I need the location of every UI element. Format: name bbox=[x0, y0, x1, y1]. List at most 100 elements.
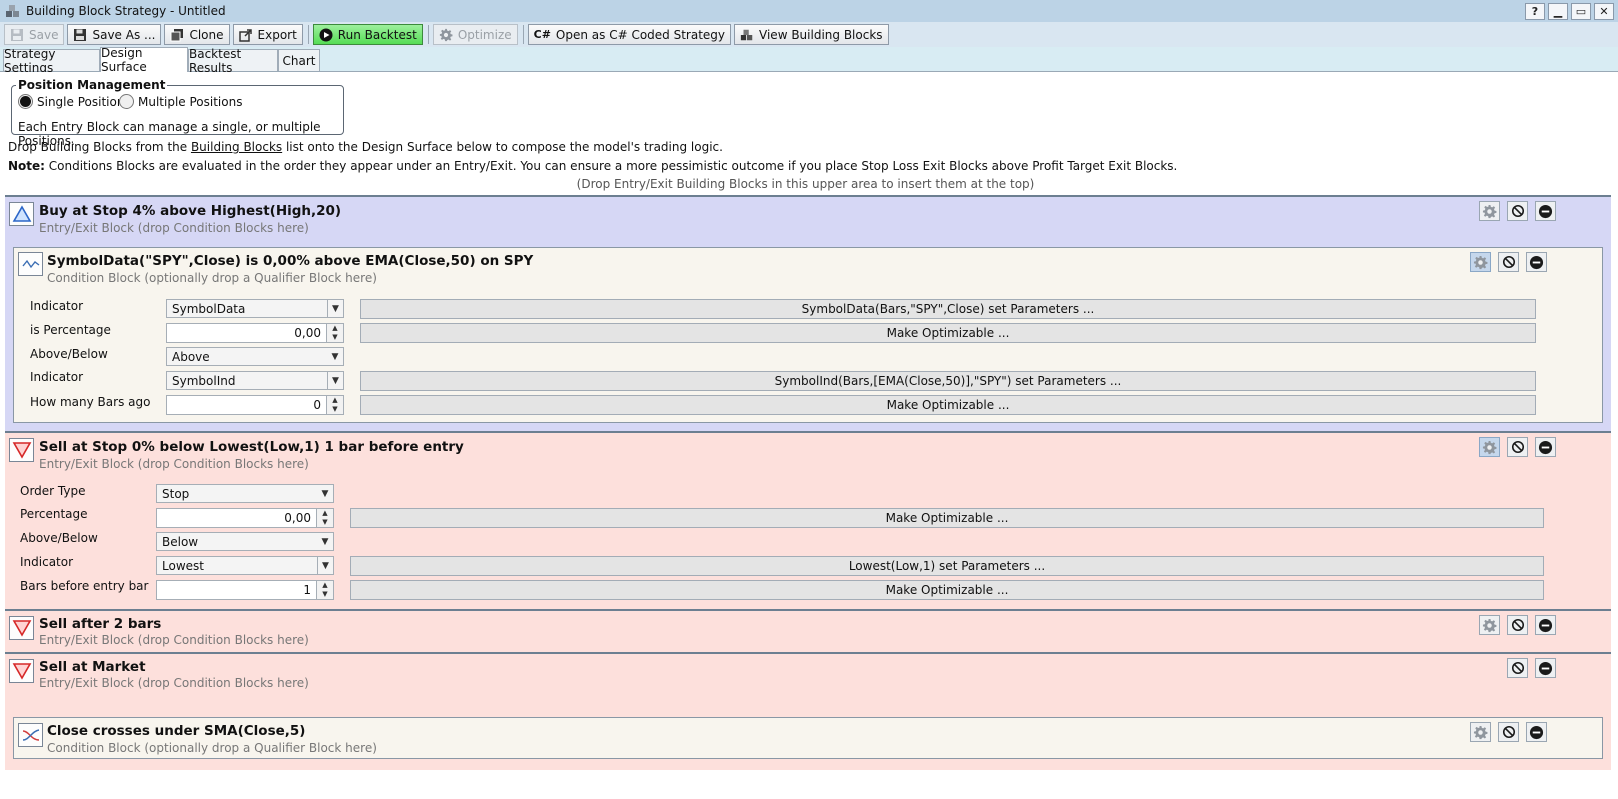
block-subtitle: Entry/Exit Block (drop Condition Blocks … bbox=[39, 457, 309, 471]
condition-block-crosses-under[interactable]: Close crosses under SMA(Close,5) Conditi… bbox=[13, 717, 1603, 759]
gears-icon bbox=[439, 28, 453, 42]
help-button[interactable]: ? bbox=[1525, 3, 1545, 20]
gear-icon[interactable] bbox=[1479, 201, 1500, 221]
remove-icon[interactable] bbox=[1535, 658, 1556, 678]
entry-block-buy-at-stop[interactable]: Buy at Stop 4% above Highest(High,20) En… bbox=[5, 195, 1611, 431]
set-parameters-button[interactable]: Lowest(Low,1) set Parameters ... bbox=[350, 556, 1544, 576]
percentage-stepper[interactable]: 0,00 ▲ ▼ bbox=[156, 508, 334, 528]
run-backtest-button[interactable]: Run Backtest bbox=[312, 24, 423, 45]
set-parameters-button[interactable]: SymbolInd(Bars,[EMA(Close,50)],"SPY") se… bbox=[360, 371, 1536, 391]
clone-button[interactable]: Clone bbox=[164, 24, 230, 45]
percentage-stepper[interactable]: 0,00 ▲ ▼ bbox=[166, 323, 344, 343]
make-optimizable-button[interactable]: Make Optimizable ... bbox=[360, 395, 1536, 415]
disable-icon[interactable] bbox=[1507, 658, 1528, 678]
stepper-value: 0 bbox=[313, 398, 321, 412]
condition-subtitle: Condition Block (optionally drop a Quali… bbox=[47, 741, 377, 755]
indicator-select[interactable]: Lowest ▼ bbox=[156, 556, 334, 575]
view-blocks-label: View Building Blocks bbox=[759, 27, 883, 42]
disable-icon[interactable] bbox=[1507, 201, 1528, 221]
param-label: Above/Below bbox=[30, 347, 108, 361]
param-label: Indicator bbox=[30, 299, 84, 313]
save-as-button[interactable]: Save As ... bbox=[67, 24, 162, 45]
spin-arrows-icon[interactable]: ▲ ▼ bbox=[326, 396, 343, 414]
disable-icon[interactable] bbox=[1507, 437, 1528, 457]
param-label: How many Bars ago bbox=[30, 395, 151, 409]
indicator-select[interactable]: SymbolData ▼ bbox=[166, 299, 344, 318]
remove-icon[interactable] bbox=[1535, 437, 1556, 457]
floppy-disk-icon bbox=[74, 28, 87, 41]
copy-icon bbox=[170, 28, 184, 41]
block-title: Sell at Market bbox=[39, 659, 146, 675]
order-type-select[interactable]: Stop ▼ bbox=[156, 484, 334, 503]
exit-block-sell-at-market[interactable]: Sell at Market Entry/Exit Block (drop Co… bbox=[5, 652, 1611, 770]
chevron-down-icon: ▼ bbox=[331, 351, 339, 362]
chevron-down-icon: ▼ bbox=[321, 488, 329, 499]
param-label: Above/Below bbox=[20, 531, 98, 545]
open-csharp-button[interactable]: C# Open as C# Coded Strategy bbox=[527, 24, 732, 45]
remove-icon[interactable] bbox=[1526, 252, 1547, 272]
bars-ago-stepper[interactable]: 0 ▲ ▼ bbox=[166, 395, 344, 415]
select-value: Above bbox=[172, 349, 210, 364]
condition-title: Close crosses under SMA(Close,5) bbox=[47, 723, 306, 739]
tab-strategy-settings[interactable]: Strategy Settings bbox=[3, 47, 100, 75]
optimize-button[interactable]: Optimize bbox=[432, 24, 518, 45]
run-backtest-label: Run Backtest bbox=[337, 27, 417, 42]
remove-icon[interactable] bbox=[1535, 615, 1556, 635]
condition-subtitle: Condition Block (optionally drop a Quali… bbox=[47, 271, 377, 285]
save-button[interactable]: Save bbox=[4, 24, 65, 45]
select-value: SymbolData bbox=[172, 301, 246, 316]
sell-triangle-icon bbox=[9, 438, 34, 462]
block-title: Sell at Stop 0% below Lowest(Low,1) 1 ba… bbox=[39, 439, 464, 455]
param-label: is Percentage bbox=[30, 323, 111, 337]
spin-arrows-icon[interactable]: ▲ ▼ bbox=[316, 581, 333, 599]
tab-chart[interactable]: Chart bbox=[278, 49, 320, 71]
tab-bar: Strategy Settings Design Surface Backtes… bbox=[0, 46, 1618, 75]
set-parameters-button[interactable]: SymbolData(Bars,"SPY",Close) set Paramet… bbox=[360, 299, 1536, 319]
remove-icon[interactable] bbox=[1526, 722, 1547, 742]
above-below-select[interactable]: Above ▼ bbox=[166, 347, 344, 366]
save-label: Save bbox=[29, 27, 59, 42]
single-position-radio[interactable]: Single Position bbox=[18, 94, 124, 109]
app-blocks-icon bbox=[6, 5, 19, 17]
gear-icon[interactable] bbox=[1470, 722, 1491, 742]
param-label: Order Type bbox=[20, 484, 86, 498]
chevron-down-icon: ▼ bbox=[317, 557, 333, 574]
tab-backtest-results[interactable]: Backtest Results bbox=[188, 47, 278, 75]
make-optimizable-button[interactable]: Make Optimizable ... bbox=[350, 508, 1544, 528]
csharp-icon: C# bbox=[533, 28, 551, 41]
toolbar: Save Save As ... Clone Export Run Backte… bbox=[0, 22, 1618, 47]
close-button[interactable]: ✕ bbox=[1594, 3, 1614, 20]
spin-arrows-icon[interactable]: ▲ ▼ bbox=[326, 324, 343, 342]
gear-icon[interactable] bbox=[1479, 615, 1500, 635]
above-below-select[interactable]: Below ▼ bbox=[156, 532, 334, 551]
drop-text-pre: Drop Building Blocks from the bbox=[8, 140, 191, 154]
condition-block-symboldata[interactable]: SymbolData("SPY",Close) is 0,00% above E… bbox=[13, 247, 1603, 423]
chevron-down-icon: ▼ bbox=[321, 536, 329, 547]
minimize-button[interactable]: ▁ bbox=[1548, 3, 1568, 20]
tab-design-surface[interactable]: Design Surface bbox=[100, 46, 188, 74]
chevron-down-icon: ▼ bbox=[327, 372, 343, 389]
exit-block-sell-after-bars[interactable]: Sell after 2 bars Entry/Exit Block (drop… bbox=[5, 609, 1611, 652]
maximize-button[interactable]: ▭ bbox=[1571, 3, 1591, 20]
export-button[interactable]: Export bbox=[232, 24, 303, 45]
make-optimizable-button[interactable]: Make Optimizable ... bbox=[360, 323, 1536, 343]
building-blocks-link[interactable]: Building Blocks bbox=[191, 140, 282, 154]
disable-icon[interactable] bbox=[1498, 722, 1519, 742]
gear-icon[interactable] bbox=[1479, 437, 1500, 457]
stepper-value: 0,00 bbox=[294, 326, 321, 340]
title-bar: Building Block Strategy - Untitled ? ▁ ▭… bbox=[0, 0, 1618, 22]
view-building-blocks-button[interactable]: View Building Blocks bbox=[734, 24, 889, 45]
bars-before-entry-stepper[interactable]: 1 ▲ ▼ bbox=[156, 580, 334, 600]
gear-icon[interactable] bbox=[1470, 252, 1491, 272]
disable-icon[interactable] bbox=[1507, 615, 1528, 635]
disable-icon[interactable] bbox=[1498, 252, 1519, 272]
spin-arrows-icon[interactable]: ▲ ▼ bbox=[316, 509, 333, 527]
multiple-positions-radio[interactable]: Multiple Positions bbox=[119, 94, 242, 109]
stepper-value: 1 bbox=[303, 583, 311, 597]
indicator-wave-icon bbox=[18, 252, 43, 276]
optimize-label: Optimize bbox=[457, 27, 512, 42]
indicator-select[interactable]: SymbolInd ▼ bbox=[166, 371, 344, 390]
remove-icon[interactable] bbox=[1535, 201, 1556, 221]
make-optimizable-button[interactable]: Make Optimizable ... bbox=[350, 580, 1544, 600]
exit-block-sell-at-stop[interactable]: Sell at Stop 0% below Lowest(Low,1) 1 ba… bbox=[5, 431, 1611, 609]
